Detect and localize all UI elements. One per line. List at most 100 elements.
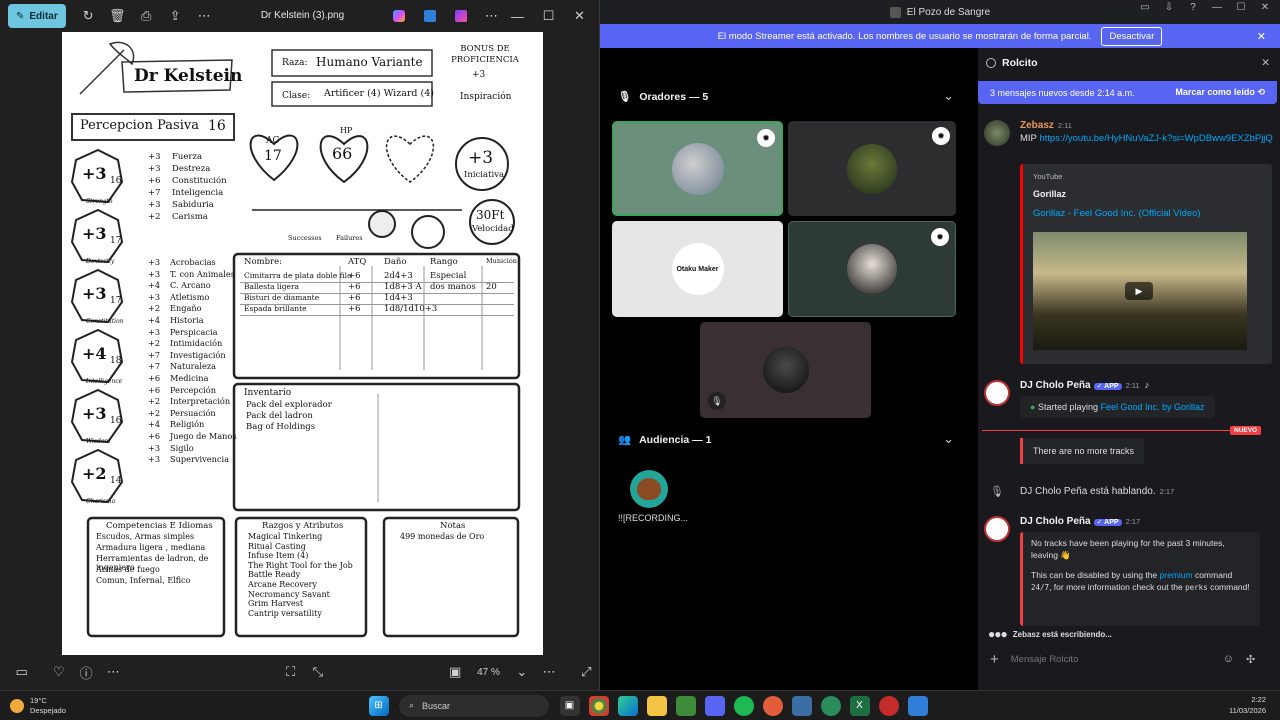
username[interactable]: DJ Cholo Peña [1020, 516, 1091, 527]
filmstrip-icon[interactable]: ▭ [8, 660, 35, 684]
wps-icon[interactable] [675, 695, 696, 716]
clock[interactable]: 2:22 11/03/2026 [1229, 694, 1266, 716]
mark-read-button[interactable]: Marcar como leído ⟲ [1175, 87, 1265, 98]
user-avatar[interactable] [984, 120, 1010, 146]
print-icon[interactable]: ⎙ [132, 4, 161, 28]
attack-header: Munición [486, 257, 517, 265]
photos-icon[interactable] [907, 695, 928, 716]
dc-minimize-icon[interactable]: — [1208, 2, 1226, 13]
message-input[interactable] [1010, 653, 1211, 665]
photos-bottom-bar: ▭ ♡ ⓘ ⋯ ⛶ ⤡ ▣ 47 % ⌄ ⋯ ⤢ [0, 658, 600, 686]
skill-name: Naturaleza [170, 361, 217, 372]
disable-streamer-button[interactable]: Desactivar [1101, 26, 1163, 46]
zoom-fit-icon[interactable]: ▣ [442, 660, 469, 684]
discord-icon[interactable] [704, 695, 725, 716]
task-view-icon[interactable]: ▣ [559, 695, 580, 716]
minimize-icon[interactable]: — [503, 4, 532, 28]
ability-name: Dexterity [86, 258, 115, 265]
speaker-tile-1[interactable]: ✹ [612, 121, 783, 216]
play-icon[interactable]: ▶ [1125, 282, 1153, 300]
more-icon[interactable]: ⋯ [190, 4, 219, 28]
speaker-avatar [847, 143, 897, 194]
close-icon[interactable]: ✕ [565, 4, 594, 28]
more-options-icon[interactable]: ⋯ [477, 4, 506, 28]
help-icon[interactable]: ? [1184, 2, 1202, 13]
username[interactable]: Zebasz [1020, 120, 1054, 131]
copilot-icon[interactable] [384, 4, 413, 28]
save-name: Fuerza [172, 152, 203, 162]
taskbar-search[interactable]: ⌕ Buscar [399, 694, 549, 717]
ability-name: Charisma [86, 498, 116, 505]
more-zoom-icon[interactable]: ⋯ [535, 660, 562, 684]
start-icon[interactable]: ⊞ [368, 695, 389, 716]
trait-item: Necromancy Savant [248, 589, 330, 599]
info-text-b: command [1192, 570, 1233, 580]
speakers-header[interactable]: 🎙 Oradores — 5 [618, 90, 708, 104]
banner-close-icon[interactable]: ✕ [1257, 30, 1266, 43]
audience-username[interactable]: !![RECORDING... [618, 513, 688, 523]
audience-collapse-icon[interactable]: ⌄ [943, 431, 954, 447]
excel-icon[interactable]: X [849, 695, 870, 716]
traits-title: Razgos y Atributos [262, 521, 344, 531]
youtube-link[interactable]: https://youtu.be/HyHNuVaZJ-k?si=WpDBww9E… [1039, 133, 1272, 144]
download-icon[interactable]: ⇩ [1160, 2, 1178, 13]
maximize-icon[interactable]: ☐ [534, 4, 563, 28]
speed-label: Velocidad [472, 224, 514, 234]
weather-widget[interactable]: 19°C Despejado [0, 696, 120, 716]
info-icon[interactable]: ⓘ [73, 660, 100, 684]
username[interactable]: DJ Cholo Peña [1020, 380, 1091, 391]
stage-voice-panel: 🎙 Oradores — 5 ⌄ ✹ ✹ Otaku Maker ✹ 🎙 👥 A… [600, 48, 968, 690]
new-messages-bar[interactable]: 3 mensajes nuevos desde 2:14 a.m. Marcar… [978, 81, 1277, 104]
zoom-chevron-icon[interactable]: ⌄ [508, 660, 535, 684]
audience-header[interactable]: 👥 Audiencia — 1 [618, 433, 711, 447]
favorite-icon[interactable]: ♡ [45, 660, 72, 684]
rotate-icon[interactable]: ↻ [74, 4, 103, 28]
song-link[interactable]: Feel Good Inc. by Gorillaz [1101, 402, 1205, 412]
delete-icon[interactable]: 🗑 [103, 4, 132, 28]
ability-modifier: +3 [82, 224, 107, 243]
clipchamp-icon[interactable] [446, 4, 475, 28]
designer-icon[interactable] [415, 4, 444, 28]
attach-plus-icon[interactable]: + [990, 651, 999, 668]
file-explorer-icon[interactable] [646, 695, 667, 716]
more-bottom-icon[interactable]: ⋯ [100, 660, 127, 684]
save-name: Inteligencia [172, 188, 224, 198]
dc-maximize-icon[interactable]: ☐ [1232, 2, 1250, 13]
embed-title[interactable]: Gorillaz - Feel Good Inc. (Official Vide… [1033, 208, 1201, 219]
zoom-level[interactable]: 47 % [469, 667, 508, 678]
fullscreen-icon[interactable]: ⤢ [573, 660, 600, 684]
emoji-icon[interactable]: ☺ [1223, 653, 1234, 665]
bot-avatar[interactable] [984, 516, 1010, 542]
inbox-icon[interactable]: ▭ [1136, 2, 1154, 13]
share-icon[interactable]: ⇪ [161, 4, 190, 28]
apps-icon[interactable]: ✣ [1246, 653, 1255, 666]
chrome-profile-2-icon[interactable] [820, 695, 841, 716]
davinci-icon[interactable] [878, 695, 899, 716]
skill-value: +6 [148, 431, 161, 441]
dc-close-icon[interactable]: ✕ [1256, 2, 1274, 13]
notepad-icon[interactable] [791, 695, 812, 716]
actual-size-icon[interactable]: ⤡ [304, 660, 331, 684]
embed-author[interactable]: Gorillaz [1033, 189, 1066, 199]
spotify-icon[interactable] [733, 695, 754, 716]
chrome-profile-icon[interactable] [762, 695, 783, 716]
chrome-icon[interactable] [588, 695, 609, 716]
speaker-tile-3[interactable]: Otaku Maker [612, 221, 783, 317]
fit-screen-icon[interactable]: ⛶ [277, 660, 304, 684]
premium-link[interactable]: premium [1160, 570, 1193, 580]
bot-avatar[interactable] [984, 380, 1010, 406]
skill-value: +3 [148, 257, 161, 267]
speaker-tile-4[interactable]: ✹ [788, 221, 956, 317]
new-messages-text: 3 mensajes nuevos desde 2:14 a.m. [990, 87, 1135, 98]
audience-avatar[interactable] [630, 470, 668, 508]
video-thumbnail[interactable]: ▶ [1033, 232, 1247, 350]
speaker-tile-2[interactable]: ✹ [788, 121, 956, 216]
edit-button[interactable]: ✎ Editar [8, 4, 66, 28]
speaker-tile-5[interactable]: 🎙 [700, 322, 871, 418]
speakers-collapse-icon[interactable]: ⌄ [943, 88, 954, 104]
speaker-avatar [762, 347, 809, 393]
note-item: 499 monedas de Oro [400, 532, 485, 541]
close-chat-icon[interactable]: ✕ [1261, 57, 1270, 69]
edge-icon[interactable] [617, 695, 638, 716]
ability-modifier: +3 [82, 284, 107, 303]
